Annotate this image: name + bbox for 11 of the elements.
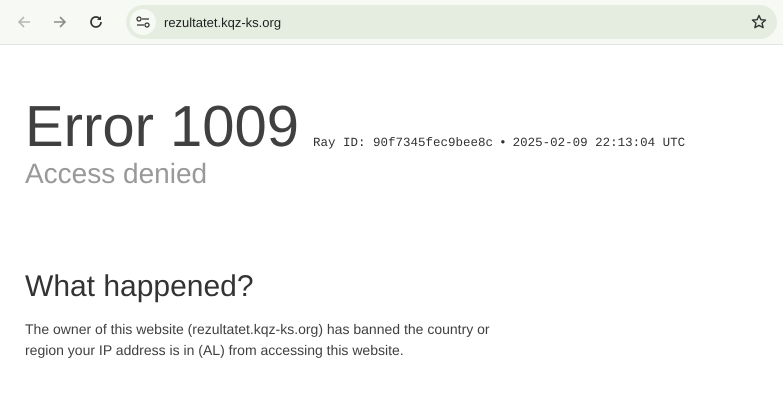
- forward-arrow-icon: [52, 14, 68, 30]
- bookmark-star-icon[interactable]: [751, 14, 767, 30]
- explanation-text: The owner of this website (rezultatet.kqz-ks.org) has banned the country or region your IP address is in (AL) from accessing this website.: [25, 320, 491, 360]
- separator-dot: •: [499, 136, 507, 150]
- ray-id: Ray ID: 90f7345fec9bee8c: [313, 136, 494, 150]
- address-bar[interactable]: rezultatet.kqz-ks.org: [126, 5, 777, 39]
- back-arrow-icon: [16, 14, 32, 30]
- timestamp: 2025-02-09 22:13:04 UTC: [512, 136, 686, 150]
- site-settings-icon[interactable]: [130, 9, 156, 35]
- section-heading: What happened?: [25, 269, 255, 305]
- reload-icon: [88, 14, 104, 30]
